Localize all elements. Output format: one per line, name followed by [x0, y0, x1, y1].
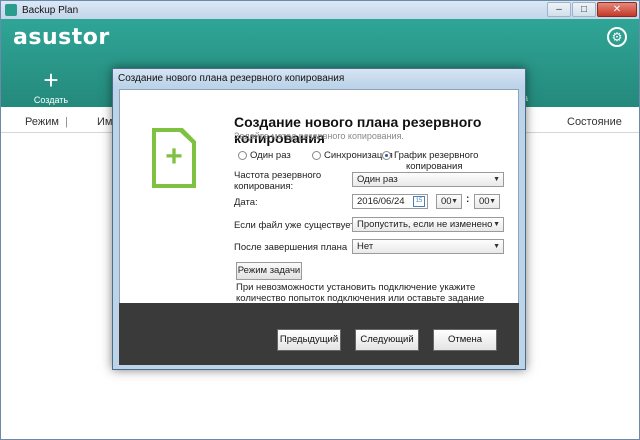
create-label: Создать [33, 95, 69, 105]
file-exists-select-value: Пропустить, если не изменено [357, 219, 493, 230]
radio-once-indicator[interactable] [238, 151, 247, 160]
window-controls: – □ ✕ [547, 2, 637, 17]
column-separator: | [65, 116, 68, 128]
hour-select[interactable]: 00 ▼ [436, 194, 462, 209]
dialog-footer: Предыдущий Следующий Отмена [119, 303, 519, 365]
close-button[interactable]: ✕ [597, 2, 637, 17]
frequency-select[interactable]: Один раз ▼ [352, 172, 504, 187]
asustor-logo: asustor [13, 25, 110, 50]
new-backup-plan-dialog: Создание нового плана резервного копиров… [112, 68, 526, 370]
minute-select-value: 00 [479, 196, 490, 207]
calendar-icon[interactable]: 15 [413, 196, 425, 207]
after-completion-select-value: Нет [357, 241, 374, 252]
chevron-down-icon: ▼ [493, 221, 500, 228]
frequency-select-value: Один раз [357, 174, 398, 185]
date-label: Дата: [234, 197, 258, 208]
radio-once-label: Один раз [250, 150, 291, 161]
minute-select[interactable]: 00 ▼ [474, 194, 500, 209]
backup-method-radios: Один раз Синхронизация График резервного… [238, 148, 518, 172]
maximize-button[interactable]: □ [572, 2, 596, 17]
app-icon [5, 4, 17, 16]
dialog-body: + Создание нового плана резервного копир… [119, 89, 519, 326]
dialog-heading: Создание нового плана резервного копиров… [234, 114, 482, 146]
minimize-button[interactable]: – [547, 2, 571, 17]
column-mode[interactable]: Режим [25, 116, 59, 128]
window-title: Backup Plan [22, 4, 79, 16]
after-completion-label: После завершения плана [234, 242, 348, 253]
radio-schedule[interactable]: График резервного копирования [382, 150, 478, 172]
dialog-subheading: Задайте метод резервного копирования. [234, 131, 404, 141]
radio-schedule-label-line2: копирования [406, 161, 463, 172]
task-mode-button[interactable]: Режим задачи [236, 262, 302, 280]
time-separator: : [466, 194, 470, 205]
radio-schedule-indicator[interactable] [382, 151, 391, 160]
dialog-titlebar: Создание нового плана резервного копиров… [113, 69, 525, 87]
file-exists-select[interactable]: Пропустить, если не изменено ▼ [352, 217, 504, 232]
after-completion-select[interactable]: Нет ▼ [352, 239, 504, 254]
frequency-label-line1: Частота резервного [234, 170, 322, 181]
cancel-button[interactable]: Отмена [433, 329, 497, 351]
date-input-value: 2016/06/24 [357, 196, 405, 207]
radio-schedule-label: График резервного копирования [394, 150, 478, 172]
frequency-label: Частота резервного копирования: [234, 170, 321, 192]
date-input[interactable]: 2016/06/24 15 [352, 194, 428, 209]
chevron-down-icon: ▼ [489, 198, 496, 205]
frequency-label-line2: копирования: [234, 181, 294, 192]
settings-gear-icon[interactable]: ⚙ [607, 27, 627, 47]
window-titlebar: Backup Plan – □ ✕ [1, 1, 639, 19]
previous-button[interactable]: Предыдущий [277, 329, 341, 351]
radio-sync[interactable]: Синхронизация [312, 150, 393, 161]
radio-once[interactable]: Один раз [238, 150, 291, 161]
create-button[interactable]: + Создать [23, 65, 79, 105]
plus-icon: + [43, 65, 59, 95]
document-plus-icon: + [165, 140, 183, 173]
chevron-down-icon: ▼ [451, 198, 458, 205]
file-exists-label: Если файл уже существует: [234, 220, 358, 231]
chevron-down-icon: ▼ [493, 176, 500, 183]
hour-select-value: 00 [441, 196, 452, 207]
chevron-down-icon: ▼ [493, 243, 500, 250]
radio-schedule-label-line1: График резервного [394, 150, 479, 161]
next-button[interactable]: Следующий [355, 329, 419, 351]
column-status[interactable]: Состояние [567, 116, 622, 128]
radio-sync-indicator[interactable] [312, 151, 321, 160]
